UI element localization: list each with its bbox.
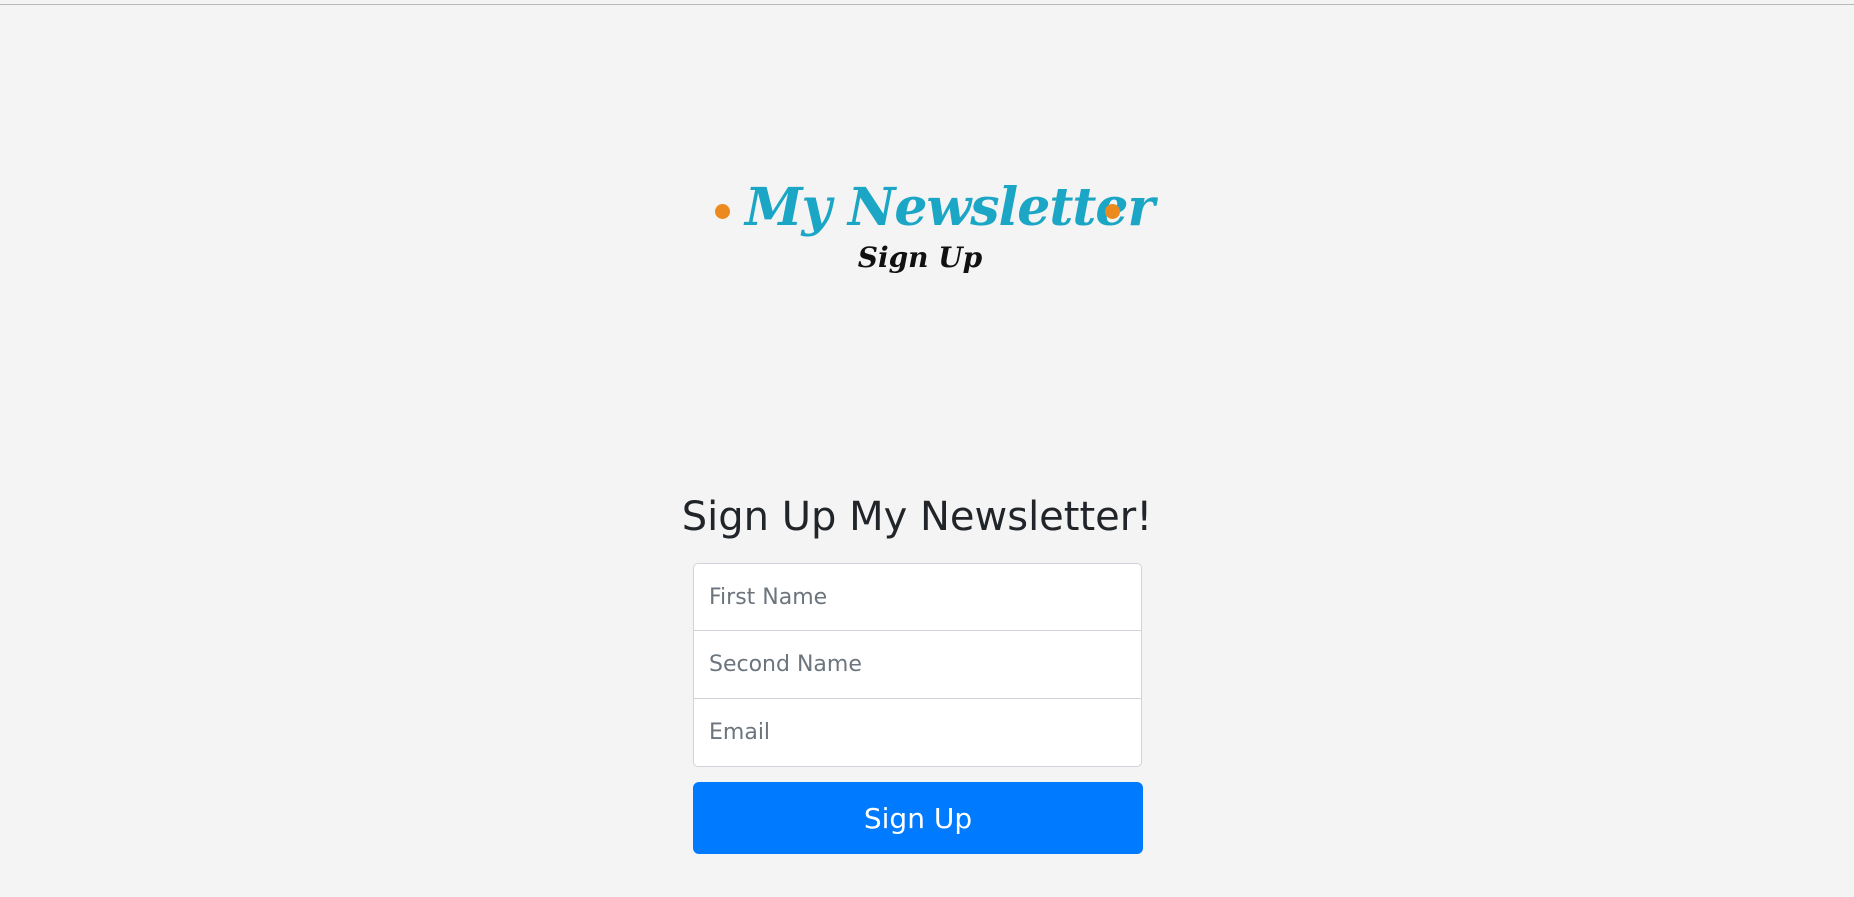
first-name-input[interactable] <box>693 563 1142 631</box>
second-name-input[interactable] <box>693 631 1142 699</box>
email-input[interactable] <box>693 699 1142 767</box>
sign-up-button[interactable]: Sign Up <box>693 782 1143 854</box>
newsletter-logo: My Newsletter Sign Up <box>700 160 1155 290</box>
logo-dot-left <box>715 204 730 219</box>
logo-dot-right <box>1105 204 1120 219</box>
logo-subtitle: Sign Up <box>857 241 983 274</box>
page-heading: Sign Up My Newsletter! <box>681 494 1153 540</box>
top-divider <box>0 4 1854 5</box>
input-group <box>693 563 1142 767</box>
